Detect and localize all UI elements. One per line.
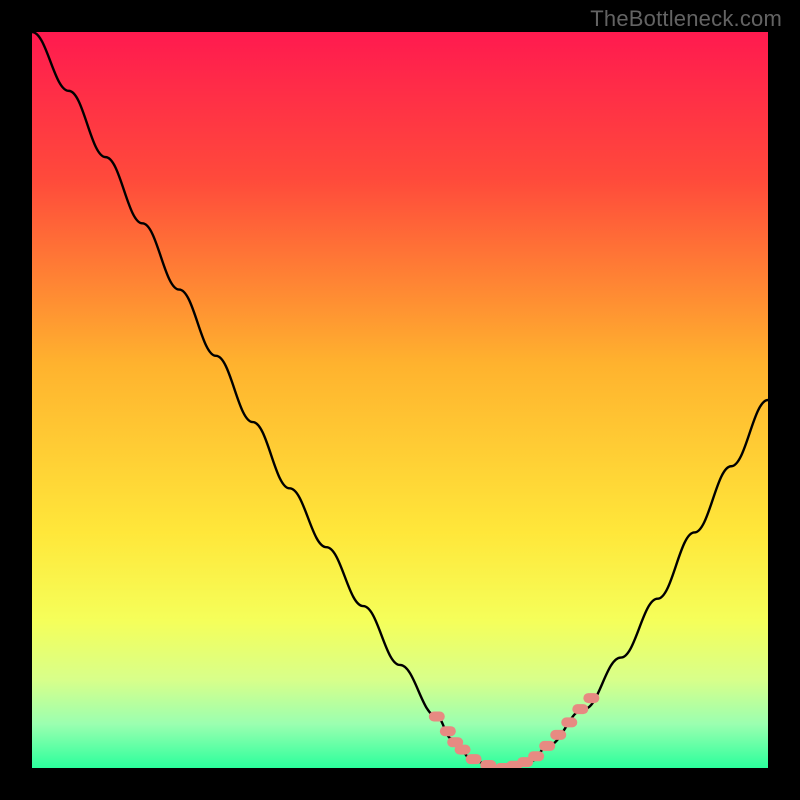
optimal-dot xyxy=(572,704,588,714)
optimal-dot xyxy=(480,760,496,768)
chart-frame: TheBottleneck.com xyxy=(0,0,800,800)
bottleneck-curve xyxy=(32,32,768,768)
optimal-dot xyxy=(561,717,577,727)
optimal-dot xyxy=(550,730,566,740)
curve-layer xyxy=(32,32,768,768)
watermark-text: TheBottleneck.com xyxy=(590,6,782,32)
optimal-zone-dots xyxy=(429,693,600,768)
optimal-dot xyxy=(440,726,456,736)
optimal-dot xyxy=(429,711,445,721)
optimal-dot xyxy=(539,741,555,751)
optimal-dot xyxy=(583,693,599,703)
optimal-dot xyxy=(528,751,544,761)
plot-area xyxy=(32,32,768,768)
optimal-dot xyxy=(455,745,471,755)
optimal-dot xyxy=(466,754,482,764)
